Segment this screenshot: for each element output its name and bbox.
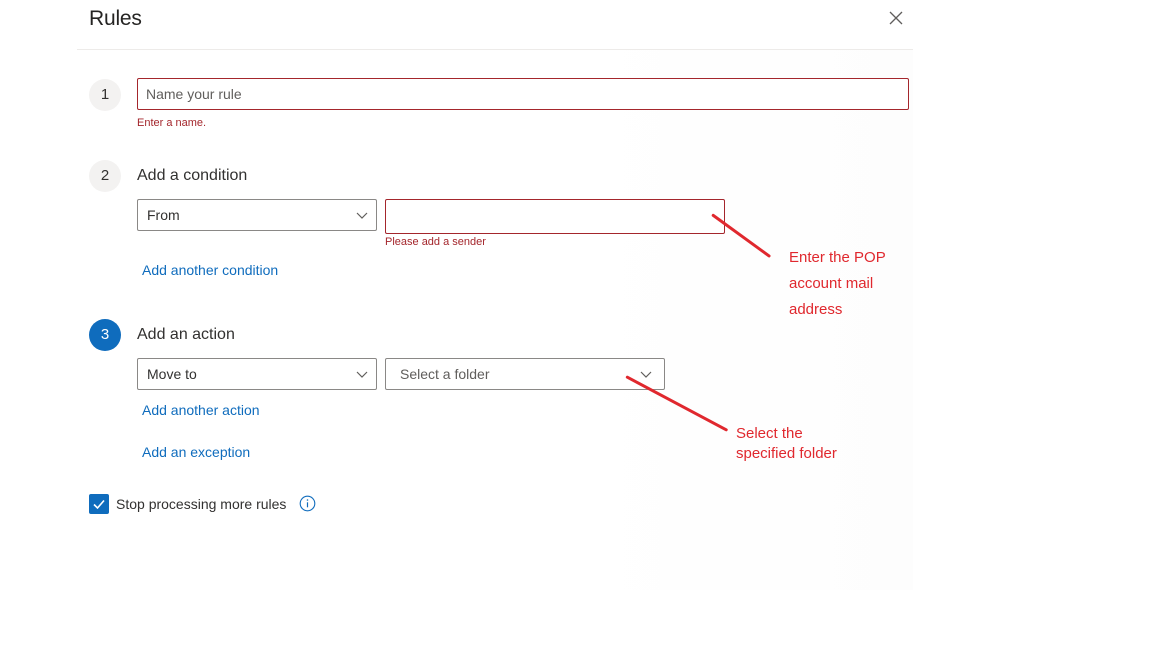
dialog-title: Rules	[89, 7, 142, 30]
rule-name-input[interactable]	[137, 78, 909, 110]
close-icon	[889, 11, 903, 25]
annotation-folder-line-1: Select the	[736, 425, 803, 442]
close-button[interactable]	[886, 8, 906, 28]
stop-processing-checkbox[interactable]	[89, 494, 109, 514]
checkmark-icon	[93, 499, 105, 510]
add-exception-link[interactable]: Add an exception	[142, 444, 250, 460]
annotation-folder-line-2: specified folder	[736, 445, 837, 462]
annotation-sender-line-3: address	[789, 301, 843, 318]
chevron-down-icon	[640, 371, 652, 378]
stop-processing-label: Stop processing more rules	[116, 496, 287, 512]
info-button[interactable]	[299, 495, 316, 512]
chevron-down-icon	[356, 371, 368, 378]
annotation-sender-line-1: Enter the POP	[789, 249, 886, 266]
action-dropdown-value: Move to	[147, 366, 197, 382]
sender-error: Please add a sender	[385, 236, 486, 248]
condition-dropdown[interactable]: From	[137, 199, 377, 231]
info-icon	[299, 495, 316, 512]
add-another-condition-link[interactable]: Add another condition	[142, 262, 278, 278]
header-divider	[77, 49, 913, 50]
add-another-action-link[interactable]: Add another action	[142, 402, 260, 418]
condition-dropdown-value: From	[147, 207, 180, 223]
step-number-3: 3	[89, 319, 121, 351]
rule-name-error: Enter a name.	[137, 117, 207, 129]
action-dropdown[interactable]: Move to	[137, 358, 377, 390]
action-section-label: Add an action	[137, 326, 235, 343]
chevron-down-icon	[356, 212, 368, 219]
folder-dropdown-value: Select a folder	[400, 366, 490, 382]
sender-input[interactable]	[385, 199, 725, 234]
folder-dropdown[interactable]: Select a folder	[385, 358, 665, 390]
step-number-2: 2	[89, 160, 121, 192]
annotation-sender: Enter the POP account mail address	[789, 245, 886, 323]
annotation-sender-line-2: account mail	[789, 275, 874, 292]
step-number-1: 1	[89, 79, 121, 111]
annotation-folder: Select the specified folder	[736, 424, 837, 464]
condition-section-label: Add a condition	[137, 167, 248, 184]
